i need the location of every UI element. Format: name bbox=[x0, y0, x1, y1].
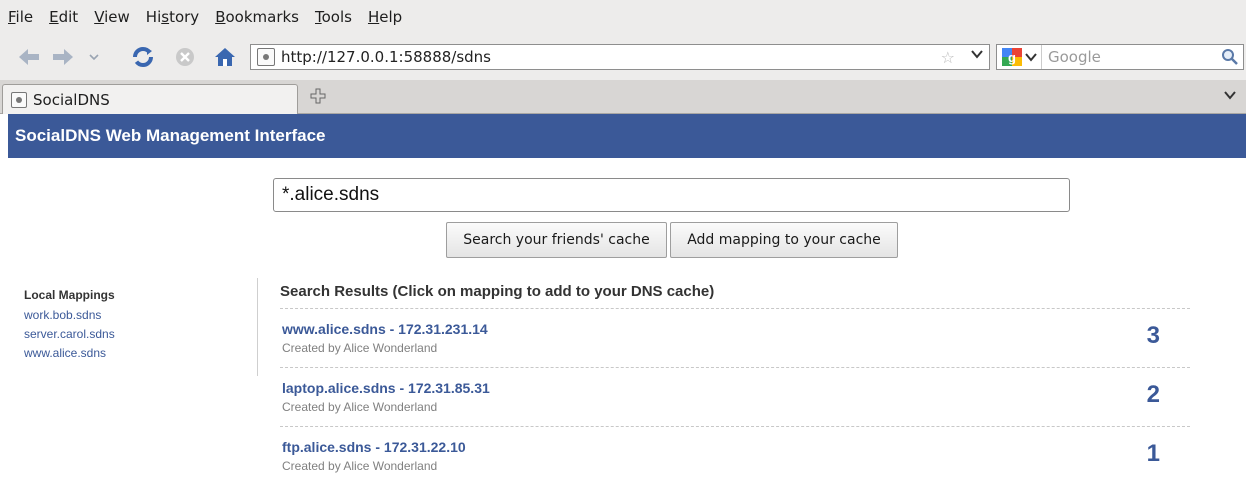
search-magnifier-icon[interactable] bbox=[1221, 48, 1239, 70]
forward-arrow-icon bbox=[53, 49, 73, 65]
tab-favicon-icon bbox=[11, 91, 27, 108]
menu-edit[interactable]: Edit bbox=[47, 8, 80, 26]
search-results: Search Results (Click on mapping to add … bbox=[280, 282, 1190, 485]
chevron-down-icon bbox=[89, 54, 99, 61]
mapping-search-value: *.alice.sdns bbox=[282, 184, 380, 205]
menu-bookmarks[interactable]: Bookmarks bbox=[213, 8, 301, 26]
tab-socialdns[interactable]: SocialDNS bbox=[2, 84, 298, 114]
back-button[interactable] bbox=[16, 44, 42, 70]
result-count: 1 bbox=[1146, 440, 1160, 467]
reload-button[interactable] bbox=[130, 44, 156, 70]
search-friends-cache-button[interactable]: Search your friends' cache bbox=[446, 222, 667, 258]
home-icon bbox=[215, 48, 235, 66]
menu-help[interactable]: Help bbox=[366, 8, 404, 26]
local-mappings-sidebar: Local Mappings work.bob.sdns server.caro… bbox=[24, 288, 244, 363]
url-bar[interactable]: http://127.0.0.1:58888/sdns ☆ bbox=[250, 44, 990, 70]
local-mappings-title: Local Mappings bbox=[24, 288, 115, 302]
result-creator: Created by Alice Wonderland bbox=[282, 459, 438, 473]
mapping-search-input[interactable]: *.alice.sdns bbox=[273, 178, 1070, 212]
search-placeholder: Google bbox=[1048, 48, 1101, 66]
result-row[interactable]: laptop.alice.sdns - 172.31.85.31 Created… bbox=[280, 368, 1190, 427]
search-results-title: Search Results (Click on mapping to add … bbox=[280, 282, 1190, 309]
bookmark-star-icon[interactable]: ☆ bbox=[941, 48, 955, 67]
result-row[interactable]: www.alice.sdns - 172.31.231.14 Created b… bbox=[280, 309, 1190, 368]
url-text: http://127.0.0.1:58888/sdns bbox=[281, 48, 491, 66]
menu-file[interactable]: File bbox=[6, 8, 35, 26]
url-dropdown-icon[interactable] bbox=[971, 47, 983, 63]
new-tab-icon[interactable] bbox=[308, 86, 328, 106]
add-mapping-button[interactable]: Add mapping to your cache bbox=[670, 222, 898, 258]
home-button[interactable] bbox=[212, 44, 238, 70]
stop-icon bbox=[176, 48, 194, 66]
menu-view[interactable]: View bbox=[92, 8, 132, 26]
svg-text:g: g bbox=[1008, 50, 1016, 65]
site-identity-icon[interactable] bbox=[257, 48, 275, 66]
search-bar[interactable]: g Google bbox=[996, 44, 1244, 70]
forward-button[interactable] bbox=[50, 44, 76, 70]
tab-bar: SocialDNS bbox=[0, 80, 1246, 114]
page-title: SocialDNS Web Management Interface bbox=[8, 114, 1246, 158]
result-mapping-link[interactable]: www.alice.sdns - 172.31.231.14 bbox=[282, 321, 488, 337]
chevron-down-icon bbox=[1024, 53, 1037, 62]
search-engine-selector[interactable]: g bbox=[997, 45, 1042, 69]
result-mapping-link[interactable]: ftp.alice.sdns - 172.31.22.10 bbox=[282, 439, 466, 455]
local-mapping-link[interactable]: server.carol.sdns bbox=[24, 325, 244, 344]
tab-title: SocialDNS bbox=[33, 90, 110, 109]
result-row[interactable]: ftp.alice.sdns - 172.31.22.10 Created by… bbox=[280, 427, 1190, 485]
sidebar-divider bbox=[257, 278, 258, 376]
result-count: 2 bbox=[1146, 381, 1160, 408]
menu-tools[interactable]: Tools bbox=[313, 8, 354, 26]
back-arrow-icon bbox=[19, 49, 39, 65]
tab-list-icon[interactable] bbox=[1224, 88, 1236, 104]
history-dropdown[interactable] bbox=[86, 44, 102, 70]
result-mapping-link[interactable]: laptop.alice.sdns - 172.31.85.31 bbox=[282, 380, 490, 396]
menu-history[interactable]: History bbox=[144, 8, 201, 26]
local-mapping-link[interactable]: www.alice.sdns bbox=[24, 344, 244, 363]
local-mapping-link[interactable]: work.bob.sdns bbox=[24, 306, 244, 325]
menu-bar: File Edit View History Bookmarks Tools H… bbox=[0, 0, 1246, 34]
result-creator: Created by Alice Wonderland bbox=[282, 400, 438, 414]
result-count: 3 bbox=[1146, 322, 1160, 349]
google-logo-icon: g bbox=[1001, 48, 1022, 66]
result-creator: Created by Alice Wonderland bbox=[282, 341, 438, 355]
reload-icon bbox=[133, 47, 153, 67]
stop-button[interactable] bbox=[172, 44, 198, 70]
